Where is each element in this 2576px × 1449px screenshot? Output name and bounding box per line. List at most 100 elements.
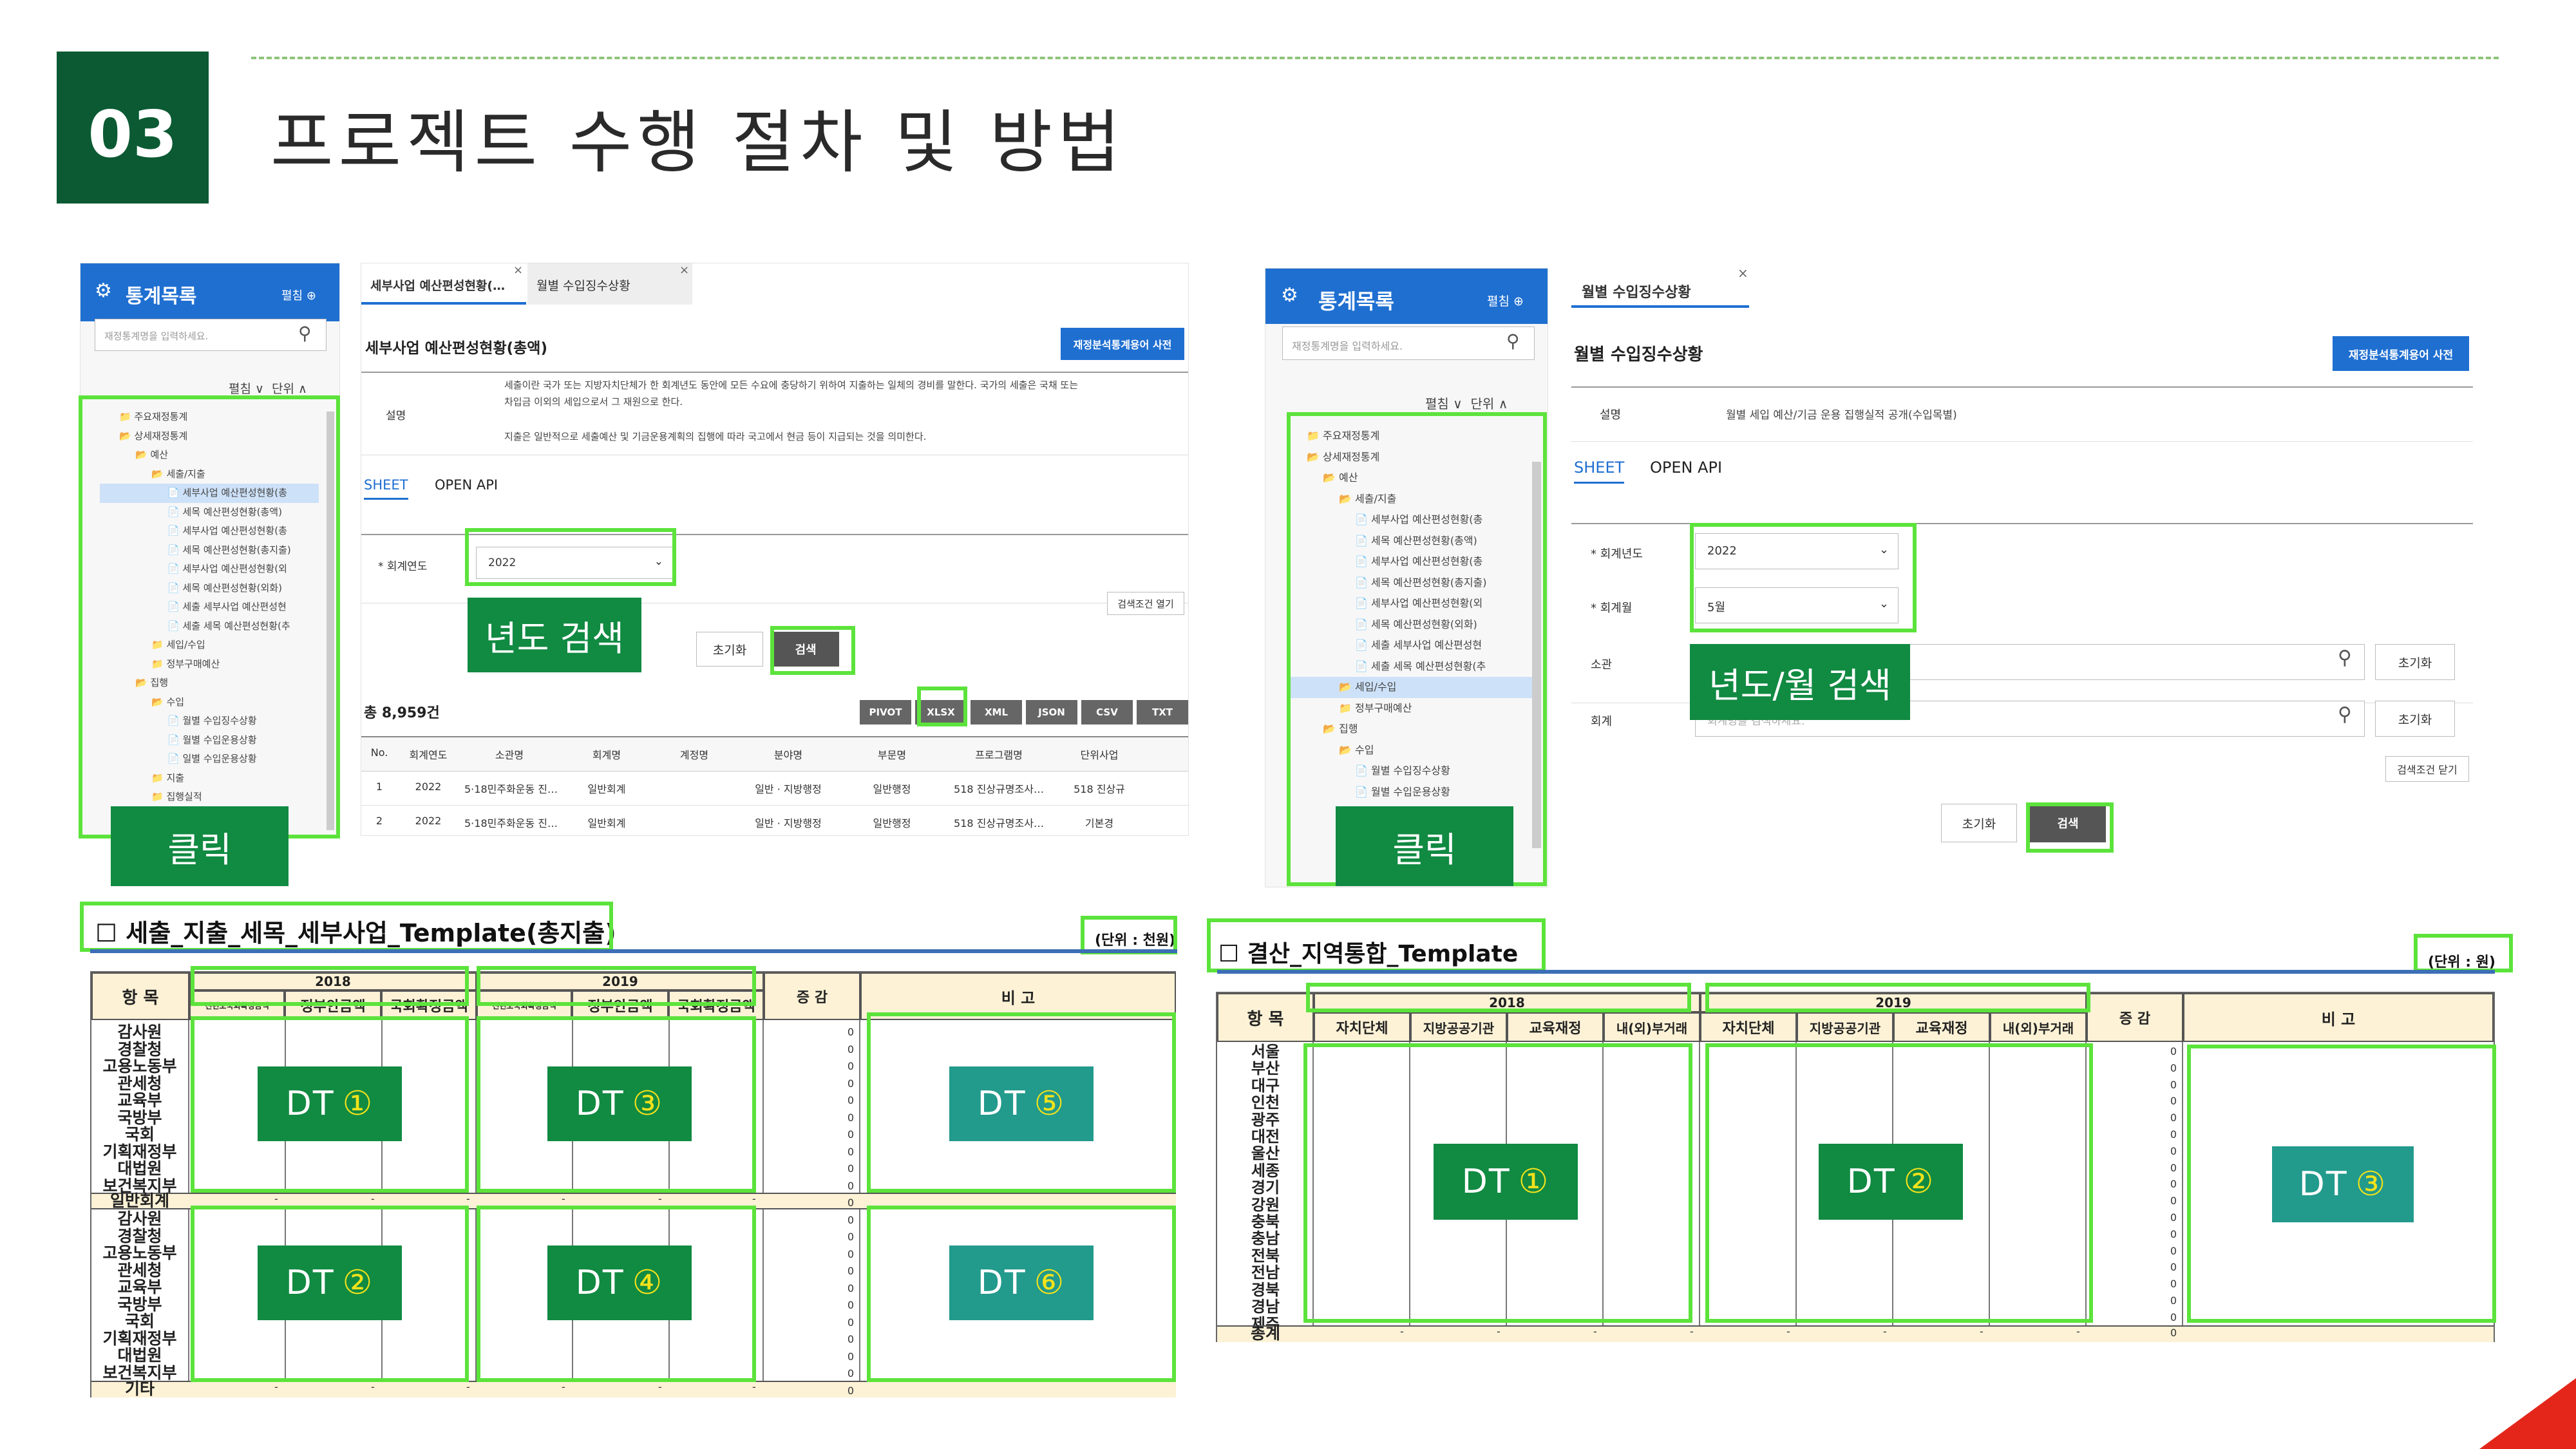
owner-reset-button[interactable]: 초기화 [2375,644,2455,680]
total-dash: - [1786,1325,1790,1338]
tab-open-api[interactable]: OPEN API [1650,459,1722,477]
content-title: 세부사업 예산편성현황(총액) [365,340,547,357]
export-txt-button[interactable]: TXT [1137,700,1188,724]
glossary-button[interactable]: 재정분석통계용어 사전 [1061,328,1184,360]
tab-sheet[interactable]: SHEET [1574,459,1625,484]
title-underline [90,949,1177,953]
tool-unit[interactable]: 단위 [272,382,294,396]
sidebar-search-input[interactable]: 재정통계명을 입력하세요. [95,319,327,351]
highlight-template-title [1207,918,1546,972]
col-header[interactable]: 부문명 [847,746,937,762]
change-header: 증 감 [764,972,860,1020]
highlight-2019-header [1705,983,2090,1012]
sidebar-title: 통계목록 [1318,289,1394,314]
data-table: No. 회계연도 소관명 회계명 계정명 분야명 부문명 프로그램명 단위사업 1 2022 5·1… [361,736,1188,835]
tree-tools[interactable]: 펼침 ∨ 단위 ∧ [1425,393,1508,412]
highlight-xlsx [917,687,967,726]
desc-line: 세출이란 국가 또는 지방자치단체가 한 회계년도 동안에 모든 수요에 충당하… [504,379,1078,391]
total-dash: - [1980,1325,1984,1338]
export-json-button[interactable]: JSON [1026,700,1077,724]
table-row[interactable]: 2 2022 5·18민주화운동 진… 일반회계 일반 · 지방행정 일반행정 518 진상… [361,806,1188,835]
export-pivot-button[interactable]: PIVOT [860,700,911,724]
region-list: 서울 부산 대구 인천 광주 대전 울산 세종 경기 강원 충북 충남 전북 전남 경북 경남 제주 [1251,1043,1280,1333]
export-csv-button[interactable]: CSV [1081,700,1133,724]
reset-button[interactable]: 초기화 [696,632,763,667]
tree-tools[interactable]: 펼침 ∨ 단위 ∧ [229,379,307,397]
highlight-2018-header [1306,983,1691,1012]
other-dash: - [658,1381,662,1393]
sidebar-search-input[interactable]: 재정통계명을 입력하세요. [1282,327,1535,360]
note-header: 비 고 [2183,993,2494,1042]
highlight-search-button [770,626,855,675]
sub-header: 자치단체 [1314,1012,1410,1042]
col-header[interactable]: 회계명 [565,746,649,762]
expand-all-link[interactable]: 펼침 ⊕ [281,287,316,303]
total-dash: - [1593,1325,1597,1338]
tab-open-api[interactable]: OPEN API [435,477,498,493]
table-row[interactable]: 1 2022 5·18민주화운동 진… 일반회계 일반 · 지방행정 일반행정 518 진상… [361,772,1188,806]
desc-box [1571,386,2473,442]
col-header[interactable]: 분야명 [740,746,837,762]
other-dash: - [466,1381,470,1393]
total-dash: - [1690,1325,1694,1338]
open-conditions-button[interactable]: 검색조건 열기 [1107,592,1184,615]
export-xml-button[interactable]: XML [971,700,1022,724]
col-header[interactable]: 계정명 [659,746,730,762]
search-icon[interactable]: ⚲ [2338,647,2352,669]
col-header[interactable]: No. [366,746,392,762]
highlight-2018-header [191,966,469,1006]
annotation-year-month-search: 년도/월 검색 [1690,644,1910,720]
header-divider [251,57,2499,59]
corner-decoration [2479,1378,2576,1449]
reset-button[interactable]: 초기화 [1941,804,2017,842]
col-header[interactable]: 회계연도 [402,746,454,762]
account-reset-button[interactable]: 초기화 [2375,701,2455,737]
dt-2-label: DT ② [1819,1144,1963,1220]
tab-monthly[interactable]: 월별 수입징수상황 [1571,265,1749,308]
owner-label: 소관 [1591,658,1613,672]
subtotal-dash: - [658,1193,662,1205]
change-header: 증 감 [2087,993,2183,1042]
close-tab-icon[interactable]: × [679,263,689,277]
search-icon[interactable]: ⚲ [2338,703,2352,726]
other-row [91,1381,1176,1397]
search-icon[interactable]: ⚲ [1506,330,1520,352]
dt-3-label: DT ③ [547,1066,692,1141]
tab-sheet[interactable]: SHEET [364,477,408,500]
section-number-badge: 03 [57,52,209,204]
expand-all-link[interactable]: 펼침 ⊕ [1487,292,1524,309]
account-label: 회계 [1591,715,1613,728]
dt-1-label: DT ① [258,1066,402,1141]
close-tab-icon[interactable]: × [1738,265,1748,281]
year-label: * 회계년도 [1591,547,1643,561]
subtotal-dash: - [274,1193,278,1205]
year-label: * 회계연도 [378,560,428,573]
col-header[interactable]: 소관명 [464,746,554,762]
subtotal-dash: - [562,1193,565,1205]
highlight-search-button [2026,802,2114,853]
sub-header: 지방공공기관 [1797,1012,1893,1042]
annotation-click: 클릭 [111,806,289,886]
col-header[interactable]: 프로그램명 [947,746,1050,762]
other-dash: - [752,1381,756,1393]
close-tab-icon[interactable]: × [513,263,523,277]
sub-header: 내(외)부거래 [1604,1012,1700,1042]
highlight-unit [1081,916,1177,954]
tab-monthly[interactable]: 월별 수입징수상황 [527,263,692,305]
dt-2-label: DT ② [258,1245,402,1320]
sidebar-title: 통계목록 [126,285,197,308]
highlight-template-title [80,902,613,952]
dt-3-label: DT ③ [2272,1146,2414,1222]
annotation-year-search: 년도 검색 [468,598,641,672]
close-conditions-button[interactable]: 검색조건 닫기 [2385,756,2469,782]
desc-line: 지출은 일반적으로 세출예산 및 기금운용계획의 집행에 따라 국고에서 현금 … [504,431,927,442]
highlight-year-select [465,528,676,586]
search-icon[interactable]: ⚲ [298,323,312,344]
glossary-button[interactable]: 재정분석통계용어 사전 [2333,336,2469,371]
tab-budget[interactable]: 세부사업 예산편성현황(… [361,263,526,305]
page-title: 프로젝트 수행 절차 및 방법 [270,103,1126,182]
expand-label: 펼침 [1487,294,1510,308]
tool-expand[interactable]: 펼침 [229,382,251,396]
col-header[interactable]: 단위사업 [1061,746,1138,762]
total-dash: - [2076,1325,2080,1338]
